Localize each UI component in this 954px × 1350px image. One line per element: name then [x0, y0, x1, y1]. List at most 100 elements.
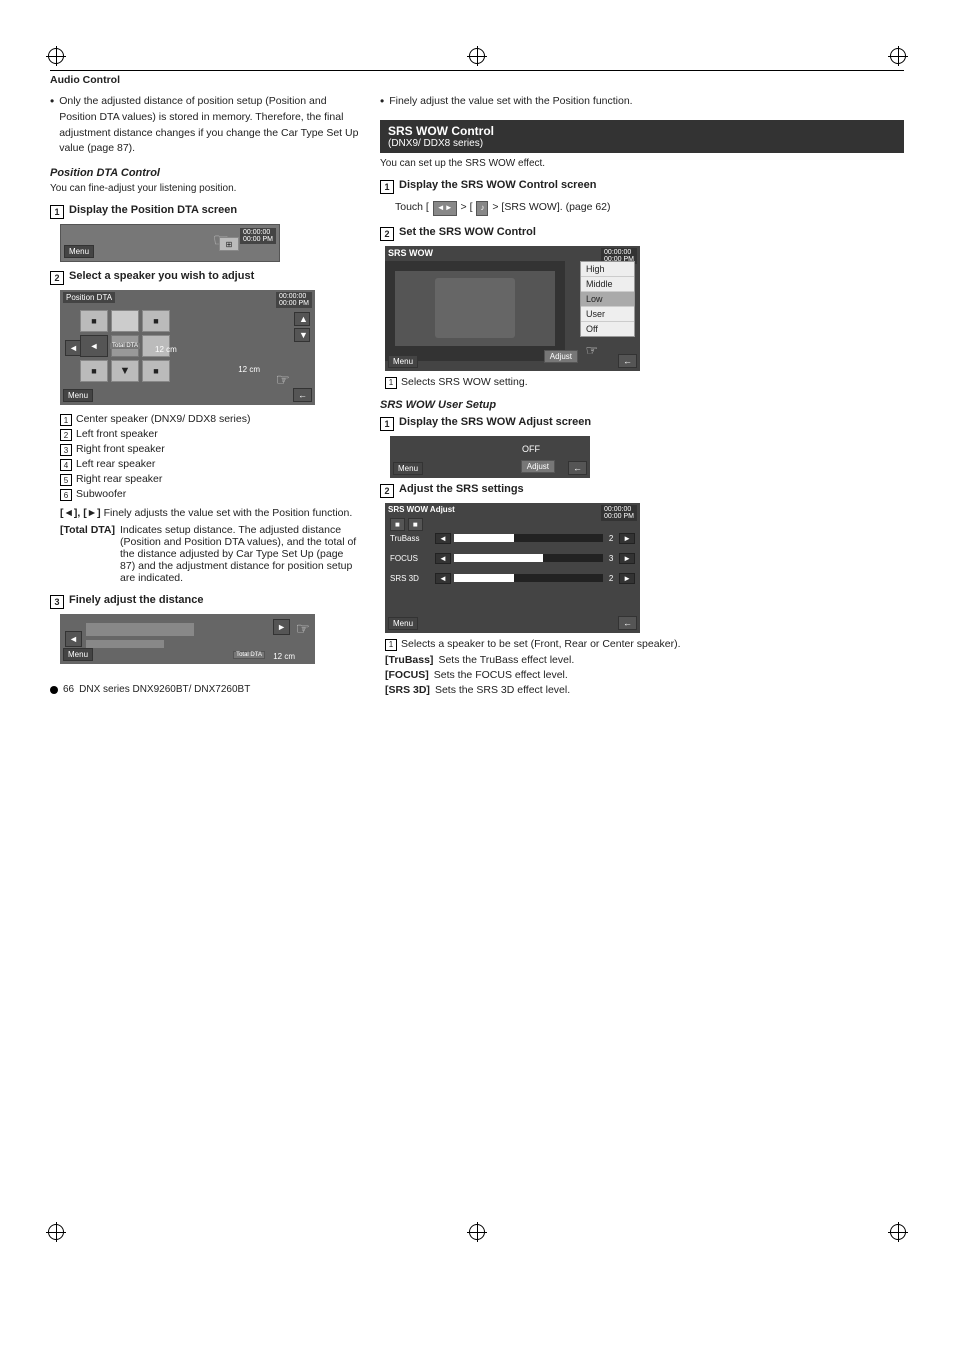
back-btn-6[interactable]: ← [618, 616, 637, 630]
step1-label: Display the Position DTA screen [69, 204, 237, 216]
user-step1-label: Display the SRS WOW Adjust screen [399, 416, 591, 428]
srs-adj-screen-label: SRS WOW Adjust [388, 505, 455, 514]
srs-header: SRS WOW Control (DNX9/ DDX8 series) [380, 120, 904, 153]
spk-item-4: 4 Left rear speaker [60, 458, 360, 471]
srs-menu-high: High [581, 262, 634, 277]
focus-row: FOCUS ◄ 3 ► [390, 553, 635, 564]
fine-adjust-arrows: [◄], [►] Finely adjusts the value set wi… [60, 507, 360, 519]
menu-btn-5: Menu [393, 462, 423, 475]
srs-title: SRS WOW Control [388, 124, 896, 138]
bullet-text: Only the adjusted distance of position s… [59, 94, 360, 157]
trubass-bar-fill [454, 534, 514, 542]
nav-down[interactable]: ▼ [294, 328, 310, 342]
srs3d-def: [SRS 3D] Sets the SRS 3D effect level. [385, 684, 904, 696]
srs-touch-instruction: Touch [ ◄► > [ ♪ > [SRS WOW]. (page 62) [395, 199, 904, 216]
srs-adjust-btn[interactable]: Adjust [544, 350, 578, 363]
touch-btn-2: ♪ [476, 201, 488, 216]
screen-icon-1: ⊞ [219, 237, 239, 251]
srs3d-label: SRS 3D [390, 574, 432, 583]
srs-adjust-screen: SRS WOW Adjust 00:00:0000:00 PM ■ ■ TruB… [385, 503, 640, 633]
focus-def: [FOCUS] Sets the FOCUS effect level. [385, 669, 904, 681]
srs-wow-label: SRS WOW [388, 248, 433, 258]
right-bullet-dot: • [380, 94, 384, 110]
trubass-bar [454, 534, 603, 542]
back-btn-5[interactable]: ← [568, 461, 587, 475]
srs-adj-btn-small[interactable]: Adjust [521, 460, 555, 473]
trubass-right-btn[interactable]: ► [619, 533, 635, 544]
fa-right-arrow[interactable]: ► [273, 619, 290, 635]
dist-label-3: 12 cm [273, 652, 295, 661]
spk-rl: ■ [80, 360, 108, 382]
spk-btn-2[interactable]: ■ [408, 518, 423, 531]
nav-up[interactable]: ▲ [294, 312, 310, 326]
step1-num: 1 [50, 205, 64, 219]
step2-label: Select a speaker you wish to adjust [69, 270, 254, 282]
trubass-left-btn[interactable]: ◄ [435, 533, 451, 544]
right-bullet-text: Finely adjust the value set with the Pos… [389, 94, 632, 110]
status-bar-2: 00:00:0000:00 PM [276, 292, 312, 308]
srs-step2-label: Set the SRS WOW Control [399, 226, 536, 238]
trubass-label: TruBass [390, 534, 432, 543]
page-number: 66 DNX series DNX9260BT/ DNX7260BT [50, 684, 360, 695]
srs-wow-screen: SRS WOW 00:00:0000:00 PM High Middle Low… [385, 246, 640, 371]
srs-menu-low: Low [581, 292, 634, 307]
srs-note-spk: 1 Selects a speaker to be set (Front, Re… [385, 638, 904, 651]
trubass-def: [TruBass] Sets the TruBass effect level. [385, 654, 904, 666]
srs-user-setup: SRS WOW User Setup 1 Display the SRS WOW… [380, 399, 904, 696]
srs-menu-off: Off [581, 322, 634, 336]
fa-content [85, 622, 195, 649]
srs-menu-user: User [581, 307, 634, 322]
user-step2: 2 Adjust the SRS settings [380, 483, 904, 498]
total-dta-btn: Total DTA [110, 343, 140, 349]
step3-num: 3 [50, 595, 64, 609]
srs-adj-status: 00:00:0000:00 PM [601, 505, 637, 521]
bullet-dot: • [50, 94, 54, 157]
fine-adjust-desc: Finely adjusts the value set with the Po… [104, 507, 353, 519]
spk-item-3: 3 Right front speaker [60, 443, 360, 456]
srs-menu-list: High Middle Low User Off [580, 261, 635, 337]
position-dta-header: Position DTA Control [50, 167, 160, 179]
touch-hand-2: ☞ [276, 370, 290, 390]
focus-bar [454, 554, 603, 562]
back-btn-4[interactable]: ← [618, 354, 637, 368]
focus-label: FOCUS [390, 554, 432, 563]
fa-bar [85, 622, 195, 637]
step3-label: Finely adjust the distance [69, 594, 203, 606]
total-dta-container: Total DTA [111, 335, 139, 357]
fa-left-arrow[interactable]: ◄ [65, 631, 82, 647]
srs-step1-num: 1 [380, 180, 394, 194]
srs3d-val: 2 [606, 574, 616, 583]
srs-off-screen: OFF Adjust ☞ Menu ← [390, 436, 590, 478]
total-dta-label: Total DTA [233, 651, 265, 659]
spk-fc [111, 310, 139, 332]
spk-rc: ▼ [111, 360, 139, 382]
finely-adjust-screen: ◄ ► Total DTA ☞ 12 cm Menu [60, 614, 315, 664]
spk-btn-1[interactable]: ■ [390, 518, 405, 531]
srs3d-right-btn[interactable]: ► [619, 573, 635, 584]
speaker-list: 1 Center speaker (DNX9/ DDX8 series) 2 L… [60, 413, 360, 501]
srs-menu-middle: Middle [581, 277, 634, 292]
srs-step2-num: 2 [380, 227, 394, 241]
back-btn-2[interactable]: ← [293, 388, 312, 402]
right-bullet: • Finely adjust the value set with the P… [380, 94, 904, 110]
spk-ml: ◄ [80, 335, 108, 357]
srs-intro: You can set up the SRS WOW effect. [380, 158, 904, 169]
menu-btn-6: Menu [388, 617, 418, 630]
pdta-label: Position DTA [63, 292, 115, 303]
srs-step2-header: 2 Set the SRS WOW Control [380, 226, 904, 241]
spk-item-5: 5 Right rear speaker [60, 473, 360, 486]
focus-left-btn[interactable]: ◄ [435, 553, 451, 564]
spk-fl: ■ [80, 310, 108, 332]
spk-item-1: 1 Center speaker (DNX9/ DDX8 series) [60, 413, 360, 426]
srs-image-shape [435, 278, 515, 338]
right-column: • Finely adjust the value set with the P… [380, 94, 904, 699]
srs-user-header: SRS WOW User Setup [380, 399, 904, 411]
focus-right-btn[interactable]: ► [619, 553, 635, 564]
srs-note-1: 1 Selects SRS WOW setting. [385, 376, 904, 389]
touch-hand-4: ☞ [585, 342, 598, 359]
user-step1-num: 1 [380, 417, 394, 431]
dist-label-2: 12 cm [238, 365, 260, 374]
srs3d-left-btn[interactable]: ◄ [435, 573, 451, 584]
touch-btn-1: ◄► [433, 201, 457, 216]
status-bar-1: 00:00:0000:00 PM [240, 228, 276, 244]
